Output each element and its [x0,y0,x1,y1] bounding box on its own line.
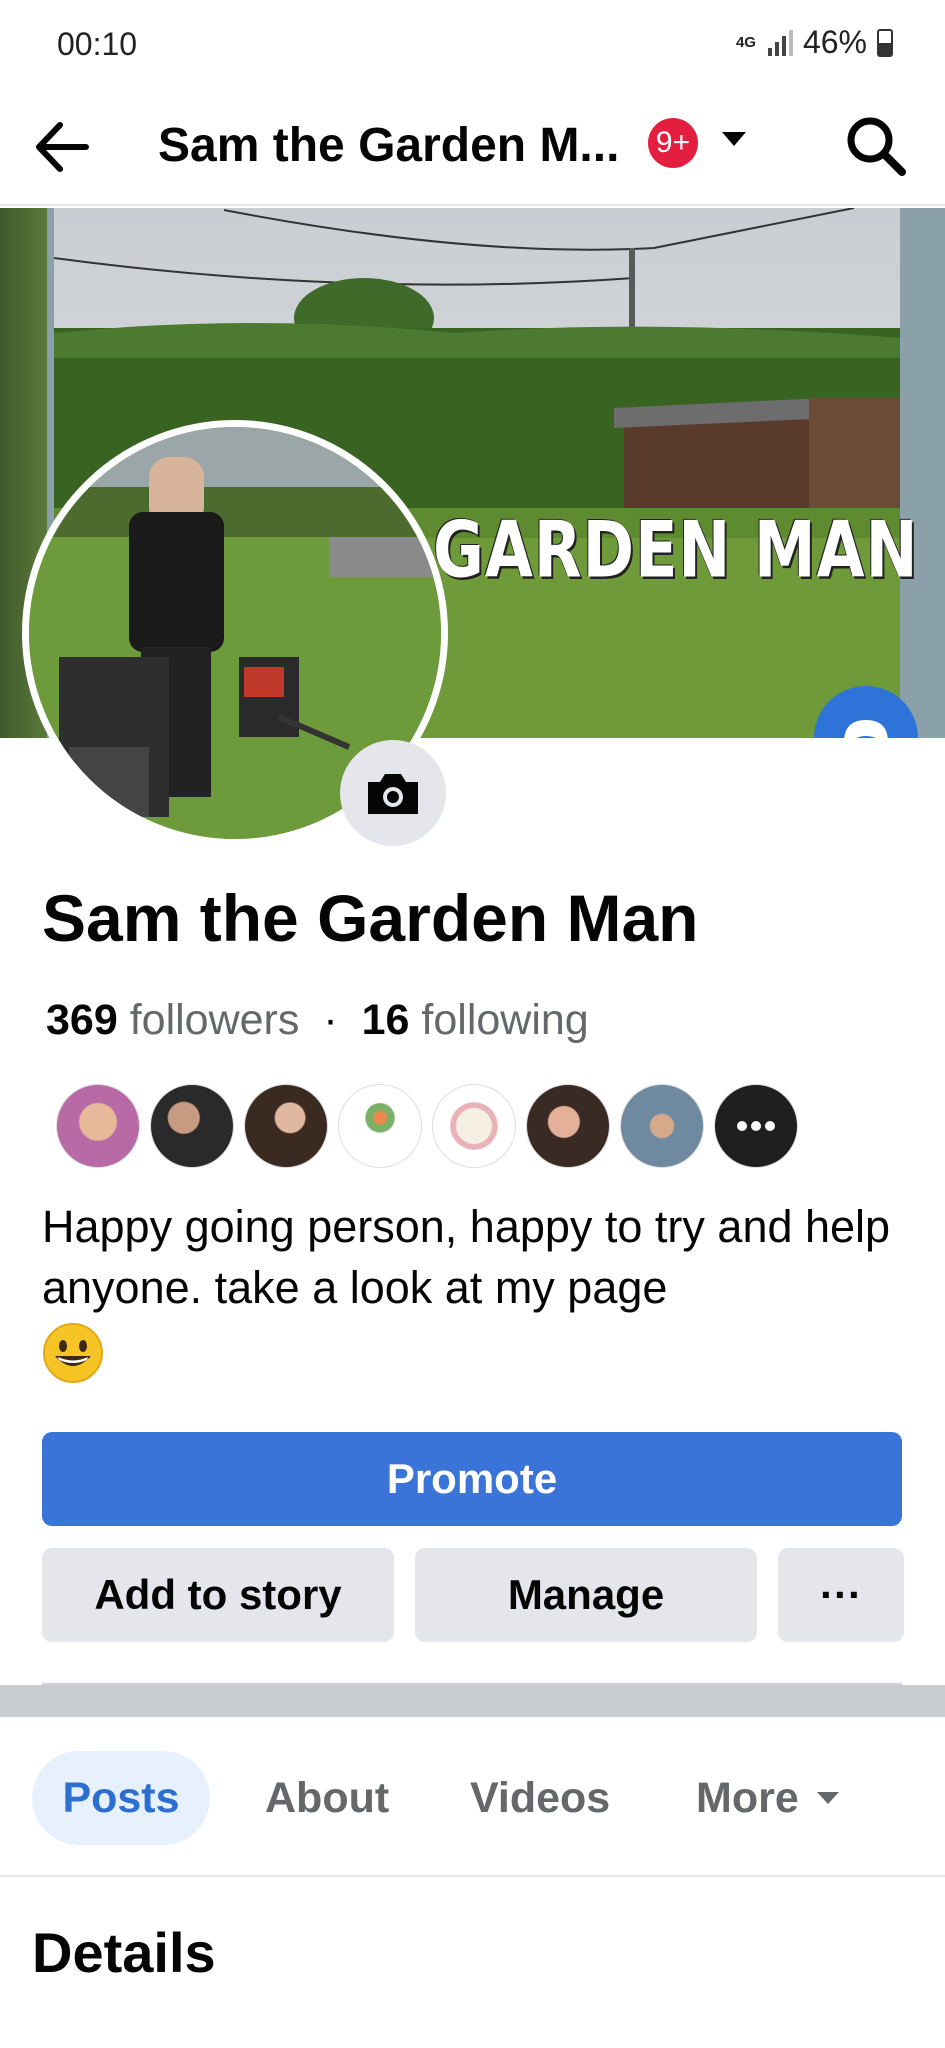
status-time: 00:10 [57,26,138,62]
tab-more-label: More [696,1773,799,1822]
page-title[interactable]: Sam the Garden M... [158,118,619,173]
avatar-icon [844,720,888,738]
details-heading: Details [32,1921,216,1984]
manage-button[interactable]: Manage [415,1548,757,1642]
profile-bio: Happy going person, happy to try and hel… [42,1196,922,1384]
arrow-left-icon [36,122,89,172]
profile-camera-button[interactable] [340,740,446,846]
network-icon: 4G [735,33,756,51]
tab-more[interactable]: More [696,1751,839,1845]
followers-label[interactable]: followers [130,996,300,1044]
friends-avatars-row[interactable] [56,1084,798,1168]
tab-posts[interactable]: Posts [32,1751,210,1845]
profile-name: Sam the Garden Man [42,881,699,955]
battery-percent: 46% [802,24,867,60]
search-icon [847,117,906,176]
page-header: Sam the Garden M... 9+ [0,90,945,206]
search-button[interactable] [840,110,912,182]
following-label[interactable]: following [421,996,588,1044]
tab-about[interactable]: About [265,1751,389,1845]
camera-icon [368,774,418,814]
chevron-down-icon[interactable] [722,132,746,146]
grinning-face-icon [43,1323,103,1383]
more-options-button[interactable]: ··· [778,1548,904,1642]
signal-icon [767,29,793,56]
following-count[interactable]: 16 [362,996,410,1044]
friend-avatar[interactable] [56,1084,140,1168]
more-friends-icon[interactable] [714,1084,798,1168]
cover-overlay-text: GARDEN MAN [433,504,919,596]
friend-avatar[interactable] [432,1084,516,1168]
bio-text: Happy going person, happy to try and hel… [42,1201,891,1313]
battery-icon [877,28,893,57]
back-button[interactable] [30,112,100,182]
chevron-down-icon [816,1792,839,1804]
friend-avatar[interactable] [244,1084,328,1168]
friend-avatar[interactable] [338,1084,422,1168]
stats-separator: · [323,996,338,1044]
ellipsis-icon [737,1121,775,1131]
promote-button[interactable]: Promote [42,1432,902,1526]
friend-avatar[interactable] [526,1084,610,1168]
follow-stats: 369 followers · 16 following [46,996,589,1045]
followers-count[interactable]: 369 [46,996,118,1044]
tab-videos[interactable]: Videos [470,1751,610,1845]
add-to-story-button[interactable]: Add to story [42,1548,394,1642]
friend-avatar[interactable] [150,1084,234,1168]
section-divider [0,1685,945,1717]
profile-tabs: Posts About Videos More [0,1717,945,1877]
status-bar: 00:10 4G 46% [0,0,945,90]
friend-avatar[interactable] [620,1084,704,1168]
status-right: 4G 46% [734,24,893,61]
notification-badge: 9+ [648,118,698,168]
